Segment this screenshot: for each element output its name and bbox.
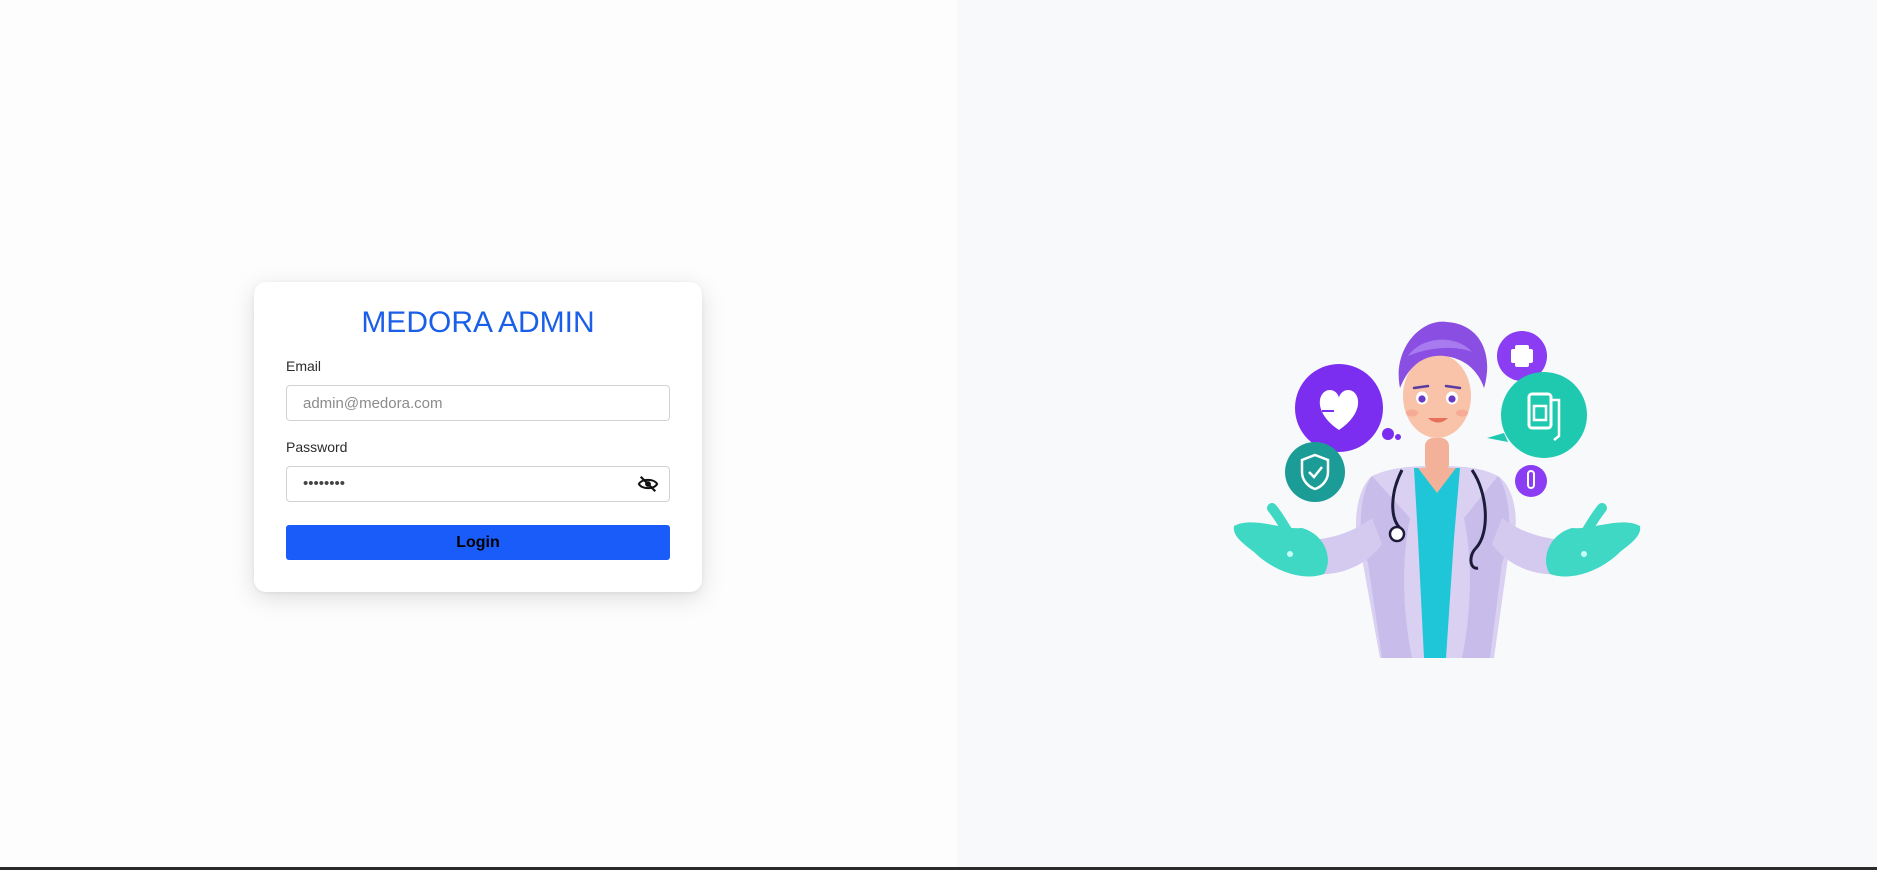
password-label: Password: [286, 439, 348, 455]
test-tube-icon: [1515, 465, 1547, 497]
shield-check-icon: [1285, 442, 1345, 502]
password-field[interactable]: ••••••••: [286, 466, 670, 502]
doctor-illustration: [1233, 321, 1641, 658]
app-title: MEDORA ADMIN: [361, 306, 595, 339]
email-label: Email: [286, 358, 322, 374]
heart-icon: [1295, 364, 1383, 452]
email-field[interactable]: [287, 386, 669, 420]
login-card: MEDORA ADMIN Email Password •••••••• Log…: [254, 282, 702, 592]
login-button[interactable]: Login: [286, 525, 670, 560]
email-field-wrapper: [286, 385, 670, 421]
eye-slash-icon[interactable]: [637, 474, 659, 494]
iv-bag-icon: [1487, 372, 1587, 458]
password-value: ••••••••: [303, 475, 346, 492]
login-pane: MEDORA ADMIN Email Password •••••••• Log…: [0, 0, 957, 867]
